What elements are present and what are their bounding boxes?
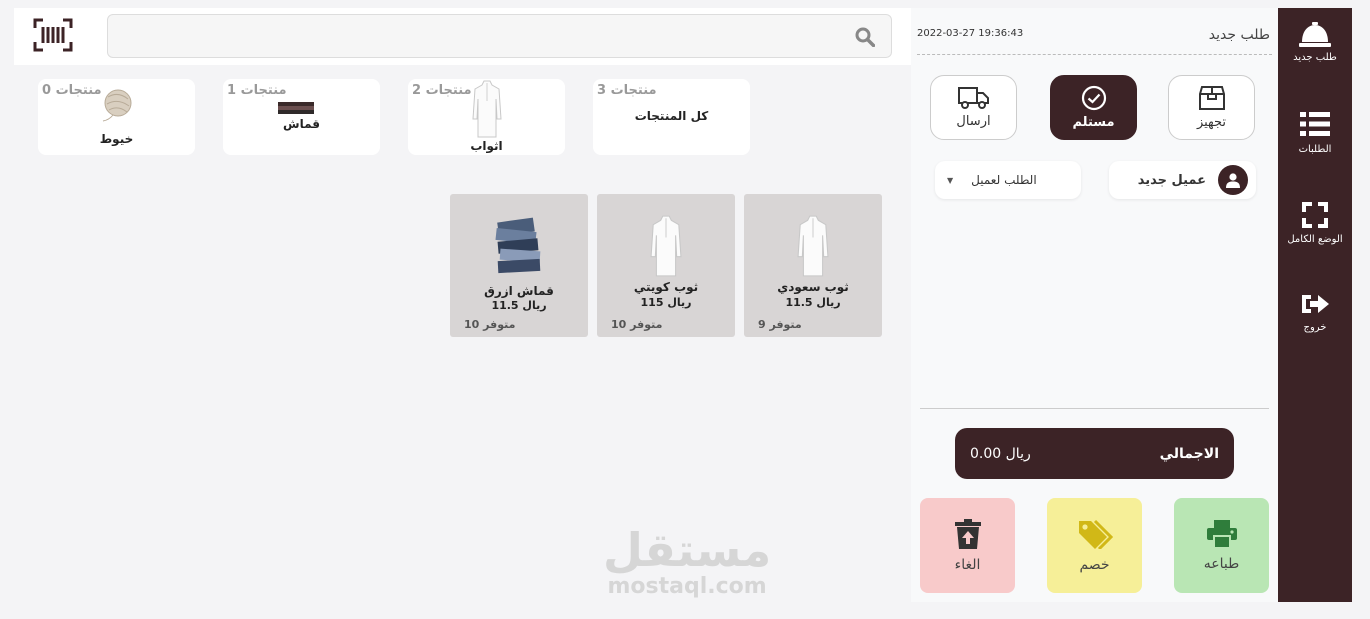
search-input[interactable] xyxy=(108,15,848,57)
status-received-button[interactable]: مستلم xyxy=(1050,75,1137,140)
cancel-button[interactable]: الغاء xyxy=(920,498,1015,593)
order-total: 0.00 ريال الاجمالي xyxy=(955,428,1234,479)
search-box xyxy=(107,14,892,58)
product-card[interactable]: قماش ازرق 11.5 ريال متوفر 10 xyxy=(450,194,588,337)
check-circle-icon xyxy=(1081,85,1106,111)
panel-divider xyxy=(920,408,1269,409)
product-stock: متوفر 10 xyxy=(464,318,516,331)
fabric-image xyxy=(278,102,314,114)
product-card[interactable]: ثوب كويتي 115 ريال متوفر 10 xyxy=(597,194,735,337)
category-card-fabric[interactable]: 1 منتجات قماش xyxy=(223,79,380,155)
product-name: قماش ازرق xyxy=(484,284,554,298)
category-card-thobes[interactable]: 2 منتجات اثواب xyxy=(408,79,565,155)
watermark-logo: مستقل mostaql.com xyxy=(603,525,771,599)
order-panel: طلب جديد 2022-03-27 19:36:43 تجهيز مستلم… xyxy=(911,8,1278,602)
top-bar xyxy=(14,8,911,65)
order-header: طلب جديد 2022-03-27 19:36:43 xyxy=(917,8,1272,55)
list-icon xyxy=(1300,112,1330,136)
print-button[interactable]: طباعه xyxy=(1174,498,1269,593)
status-label: مستلم xyxy=(1072,115,1115,130)
cancel-label: الغاء xyxy=(954,556,981,573)
customer-select[interactable]: ▼ الطلب لعميل xyxy=(935,161,1081,199)
category-name: اثواب xyxy=(470,139,503,153)
user-icon xyxy=(1218,165,1248,195)
truck-icon xyxy=(957,87,989,109)
order-total-value: 0.00 ريال xyxy=(970,445,1031,462)
thread-image xyxy=(102,89,132,122)
thobe-image xyxy=(597,214,735,278)
category-name: كل المنتجات xyxy=(634,109,709,123)
status-preparing-button[interactable]: تجهيز xyxy=(1168,75,1255,140)
thobe-image xyxy=(744,214,882,278)
barcode-icon xyxy=(33,18,73,52)
watermark-arabic: مستقل xyxy=(603,523,772,577)
new-customer-label: عميل جديد xyxy=(1137,172,1206,188)
logout-icon xyxy=(1302,295,1329,313)
product-name: ثوب كويتي xyxy=(633,280,699,294)
discount-button[interactable]: خصم xyxy=(1047,498,1142,593)
bell-icon xyxy=(1299,22,1331,47)
fabric-stack-image xyxy=(450,216,588,278)
sidebar-item-label: خروج xyxy=(1303,322,1327,333)
sidebar-item-new-order[interactable]: طلب جديد xyxy=(1278,22,1352,63)
category-count: 0 منتجات xyxy=(42,83,102,98)
new-customer-button[interactable]: عميل جديد xyxy=(1109,161,1256,199)
category-count: 1 منتجات xyxy=(227,83,287,98)
sidebar-item-label: الطلبات xyxy=(1298,144,1332,155)
tags-icon xyxy=(1078,519,1113,549)
trash-icon xyxy=(954,518,981,549)
barcode-scan-button[interactable] xyxy=(33,18,73,52)
watermark-latin: mostaql.com xyxy=(607,574,767,599)
status-label: ارسال xyxy=(956,114,991,129)
print-icon xyxy=(1206,519,1237,548)
order-title: طلب جديد xyxy=(1208,27,1270,43)
order-total-label: الاجمالي xyxy=(1159,445,1219,462)
main-sidebar: طلب جديد الطلبات الوضع الكامل خروج xyxy=(1278,8,1352,602)
category-count: 3 منتجات xyxy=(597,83,657,98)
search-icon xyxy=(855,27,875,47)
product-price: 115 ريال xyxy=(640,296,692,309)
category-name: قماش xyxy=(283,117,320,131)
discount-label: خصم xyxy=(1079,556,1110,573)
product-stock: متوفر 10 xyxy=(611,318,663,331)
product-price: 11.5 ريال xyxy=(785,296,841,309)
print-label: طباعه xyxy=(1203,555,1240,572)
status-shipping-button[interactable]: ارسال xyxy=(930,75,1017,140)
product-name: ثوب سعودي xyxy=(777,280,849,294)
status-label: تجهيز xyxy=(1196,115,1227,130)
sidebar-item-fullscreen[interactable]: الوضع الكامل xyxy=(1278,202,1352,245)
sidebar-item-label: الوضع الكامل xyxy=(1287,234,1343,245)
thobe-image xyxy=(472,80,502,138)
customer-select-value: الطلب لعميل xyxy=(971,173,1037,187)
sidebar-item-logout[interactable]: خروج xyxy=(1278,292,1352,333)
product-price: 11.5 ريال xyxy=(491,299,547,312)
category-count: 2 منتجات xyxy=(412,83,472,98)
box-icon xyxy=(1198,86,1225,110)
category-card-threads[interactable]: 0 منتجات خيوط xyxy=(38,79,195,155)
category-name: خيوط xyxy=(99,132,134,146)
caret-down-icon: ▼ xyxy=(947,175,954,185)
fullscreen-icon xyxy=(1302,202,1328,228)
order-timestamp: 2022-03-27 19:36:43 xyxy=(917,28,1024,39)
product-stock: متوفر 9 xyxy=(758,318,802,331)
sidebar-item-orders[interactable]: الطلبات xyxy=(1278,112,1352,155)
product-card[interactable]: ثوب سعودي 11.5 ريال متوفر 9 xyxy=(744,194,882,337)
category-card-all[interactable]: 3 منتجات كل المنتجات xyxy=(593,79,750,155)
sidebar-item-label: طلب جديد xyxy=(1293,52,1337,63)
